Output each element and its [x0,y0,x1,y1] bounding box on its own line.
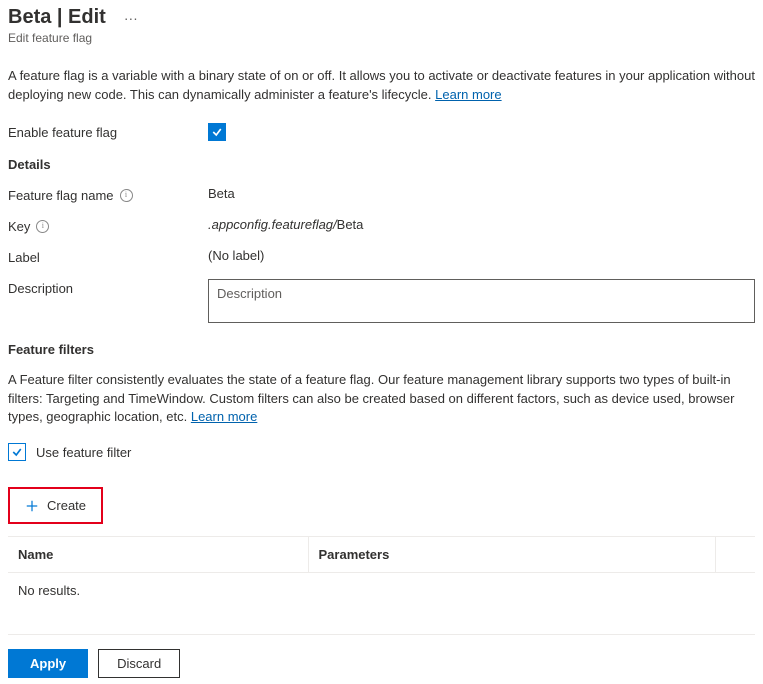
checkmark-icon [11,446,23,458]
filters-desc-body: A Feature filter consistently evaluates … [8,372,734,425]
use-filter-checkbox[interactable] [8,443,26,461]
col-params-header[interactable]: Parameters [308,537,715,573]
intro-text: A feature flag is a variable with a bina… [8,67,755,105]
key-name: Beta [337,217,364,232]
enable-flag-label: Enable feature flag [8,123,208,140]
intro-body: A feature flag is a variable with a bina… [8,68,755,102]
info-icon[interactable]: i [120,189,133,202]
more-actions-icon[interactable]: ··· [118,10,144,26]
use-filter-label: Use feature filter [36,445,131,460]
filters-description: A Feature filter consistently evaluates … [8,371,755,428]
enable-flag-checkbox[interactable] [208,123,226,141]
create-button-label: Create [47,498,86,513]
col-name-header[interactable]: Name [8,537,308,573]
flag-name-value: Beta [208,186,755,201]
table-row: No results. [8,573,755,609]
key-prefix: .appconfig.featureflag/ [208,217,337,232]
empty-state: No results. [8,573,755,609]
footer: Apply Discard [8,634,755,678]
plus-icon [25,499,39,513]
key-value: .appconfig.featureflag/Beta [208,217,755,232]
intro-learn-more-link[interactable]: Learn more [435,87,501,102]
key-label: Key [8,219,30,234]
label-value: (No label) [208,248,755,263]
apply-button[interactable]: Apply [8,649,88,678]
page-subtitle: Edit feature flag [8,31,755,45]
flag-name-label: Feature flag name [8,188,114,203]
create-button[interactable]: Create [12,491,99,520]
filters-table: Name Parameters No results. [8,536,755,608]
col-actions-header [715,537,755,573]
filters-learn-more-link[interactable]: Learn more [191,409,257,424]
discard-button[interactable]: Discard [98,649,180,678]
page-title: Beta | Edit [8,6,106,29]
description-input[interactable] [208,279,755,323]
description-label: Description [8,279,208,296]
label-label: Label [8,248,208,265]
info-icon[interactable]: i [36,220,49,233]
create-highlight: Create [8,487,103,524]
details-heading: Details [8,157,755,172]
filters-heading: Feature filters [8,342,755,357]
checkmark-icon [211,126,223,138]
